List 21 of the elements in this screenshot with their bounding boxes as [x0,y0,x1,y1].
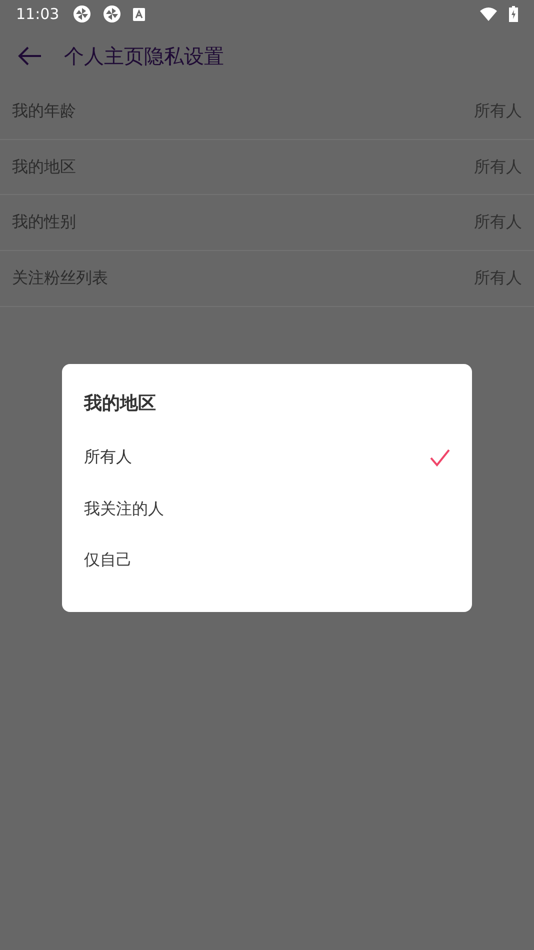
setting-label: 我的性别 [12,212,76,234]
setting-label: 我的地区 [12,156,76,178]
check-icon [430,448,450,467]
setting-label: 关注粉丝列表 [12,268,108,289]
back-arrow-icon[interactable] [18,46,42,66]
battery-icon [509,6,518,22]
setting-value: 所有人 [474,156,522,178]
aperture-icon [103,5,122,23]
notification-icon [133,8,146,20]
aperture-icon [73,5,92,23]
setting-value: 所有人 [474,268,522,289]
status-time: 11:03 [16,5,60,23]
page-title: 个人主页隐私设置 [64,42,224,70]
option-item[interactable]: 所有人 [84,432,450,484]
setting-value: 所有人 [474,212,522,234]
dialog-title: 我的地区 [84,392,157,416]
option-item[interactable]: 仅自己 [84,535,450,586]
wifi-icon [480,7,497,21]
setting-value: 所有人 [474,100,522,122]
setting-label: 我的年龄 [12,100,76,122]
option-item[interactable]: 我关注的人 [84,484,450,535]
